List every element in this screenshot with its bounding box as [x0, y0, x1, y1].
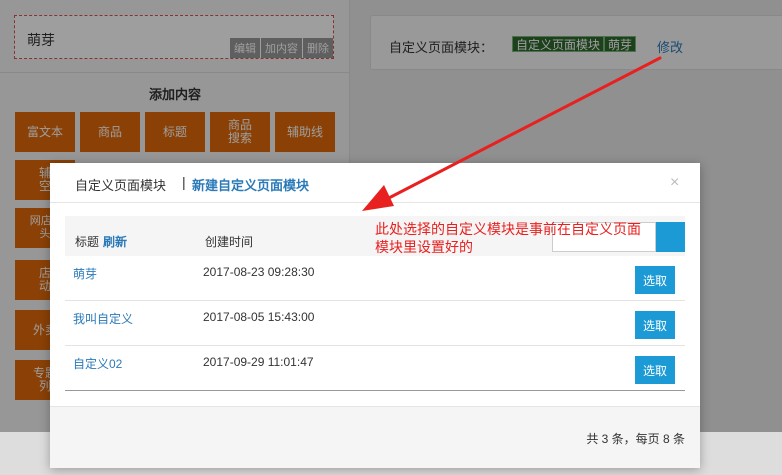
row-title-link[interactable]: 我叫自定义 — [73, 310, 133, 327]
column-title: 标题 — [75, 235, 100, 249]
select-button[interactable]: 选取 — [635, 356, 675, 384]
annotation-line-1: 此处选择的自定义模块是事前在自定义页面 — [375, 221, 641, 237]
table-row: 我叫自定义 2017-08-05 15:43:00 选取 — [65, 301, 685, 346]
dialog-footer: 共 3 条，每页 8 条 — [50, 406, 700, 468]
table-row: 萌芽 2017-08-23 09:28:30 选取 — [65, 256, 685, 301]
close-icon[interactable]: × — [670, 174, 679, 192]
annotation-note: 此处选择的自定义模块是事前在自定义页面 模块里设置好的 — [375, 220, 695, 256]
row-created-time: 2017-08-05 15:43:00 — [203, 310, 315, 324]
row-created-time: 2017-08-23 09:28:30 — [203, 265, 315, 279]
refresh-link[interactable]: 刷新 — [103, 233, 127, 250]
select-button[interactable]: 选取 — [635, 311, 675, 339]
table-row: 自定义02 2017-09-29 11:01:47 选取 — [65, 346, 685, 391]
row-title-link[interactable]: 自定义02 — [73, 355, 122, 372]
tab-separator: | — [182, 174, 186, 190]
tab-new-custom-module[interactable]: 新建自定义页面模块 — [192, 175, 309, 194]
column-created-time: 创建时间 — [205, 235, 254, 249]
pagination-summary: 共 3 条，每页 8 条 — [586, 432, 685, 446]
row-created-time: 2017-09-29 11:01:47 — [203, 355, 314, 369]
dialog-header: 自定义页面模块 | 新建自定义页面模块 × — [50, 163, 700, 203]
annotation-line-2: 模块里设置好的 — [375, 239, 473, 255]
row-title-link[interactable]: 萌芽 — [73, 265, 97, 282]
select-button[interactable]: 选取 — [635, 266, 675, 294]
tab-custom-modules[interactable]: 自定义页面模块 — [75, 175, 166, 194]
select-module-dialog: 自定义页面模块 | 新建自定义页面模块 × 标题 刷新 创建时间 萌芽 2017… — [50, 163, 700, 468]
